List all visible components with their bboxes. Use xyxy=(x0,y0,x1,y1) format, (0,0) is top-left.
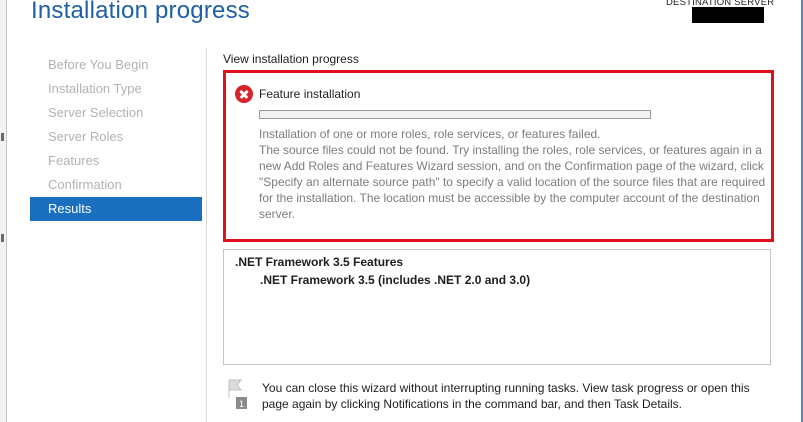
error-icon xyxy=(235,85,253,103)
page-title: Installation progress xyxy=(31,0,250,24)
notification-badge-count: 1 xyxy=(239,399,244,409)
destination-server-value-redacted xyxy=(692,7,764,23)
edge-mark xyxy=(1,133,4,141)
edge-mark xyxy=(1,234,4,242)
error-message: Installation of one or more roles, role … xyxy=(259,126,771,222)
feature-item-child: .NET Framework 3.5 (includes .NET 2.0 an… xyxy=(260,273,531,287)
nav-item-installation-type[interactable]: Installation Type xyxy=(30,77,202,101)
window-left-edge xyxy=(0,0,7,422)
notification-flag-icon: 1 xyxy=(228,379,247,409)
feature-item-parent: .NET Framework 3.5 Features xyxy=(235,255,404,269)
nav-item-confirmation[interactable]: Confirmation xyxy=(30,173,202,197)
nav-item-server-roles[interactable]: Server Roles xyxy=(30,125,202,149)
wizard-nav: Before You Begin Installation Type Serve… xyxy=(30,53,202,221)
nav-item-before-you-begin[interactable]: Before You Begin xyxy=(30,53,202,77)
nav-item-features[interactable]: Features xyxy=(30,149,202,173)
error-message-summary: Installation of one or more roles, role … xyxy=(259,127,601,141)
features-list[interactable]: .NET Framework 3.5 Features .NET Framewo… xyxy=(223,249,771,365)
nav-item-server-selection[interactable]: Server Selection xyxy=(30,101,202,125)
feature-installation-label: Feature installation xyxy=(259,87,361,101)
installation-result-panel: Feature installation Installation of one… xyxy=(223,70,774,242)
installation-progress-bar xyxy=(259,110,651,119)
error-message-detail: The source files could not be found. Try… xyxy=(259,143,766,221)
notification-text: You can close this wizard without interr… xyxy=(262,381,750,411)
nav-item-results[interactable]: Results xyxy=(30,197,202,221)
section-title: View installation progress xyxy=(223,52,359,66)
nav-divider xyxy=(206,48,207,422)
